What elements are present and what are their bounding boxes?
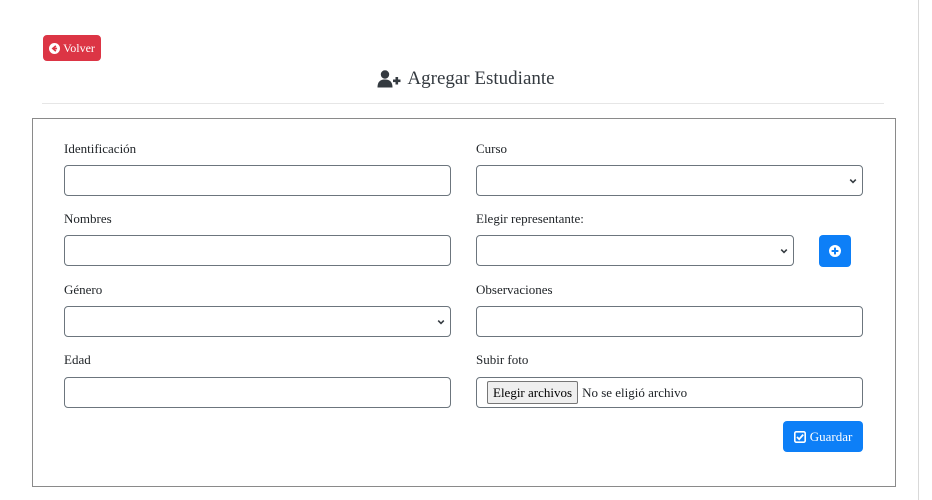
user-plus-icon — [377, 70, 401, 88]
edad-label: Edad — [64, 352, 91, 367]
save-button[interactable]: Guardar — [783, 421, 863, 452]
back-button[interactable]: Volver — [43, 35, 101, 61]
chevron-down-icon — [436, 317, 446, 327]
file-status-text: No se eligió archivo — [582, 384, 688, 400]
page-title-text: Agregar Estudiante — [407, 68, 555, 89]
foto-file-input[interactable]: Elegir archivos No se eligió archivo — [476, 377, 863, 408]
save-button-label: Guardar — [809, 428, 853, 444]
check-square-icon — [793, 430, 806, 443]
add-representative-button[interactable] — [819, 235, 851, 267]
identificacion-label: Identificación — [64, 141, 137, 156]
identificacion-input[interactable] — [64, 165, 451, 196]
genero-select[interactable] — [64, 306, 451, 337]
page-title: Agregar Estudiante — [0, 66, 932, 92]
arrow-circle-left-icon — [49, 42, 61, 54]
curso-label: Curso — [476, 141, 508, 156]
chevron-down-icon — [779, 246, 789, 256]
edad-input[interactable] — [64, 377, 451, 408]
observaciones-label: Observaciones — [476, 282, 553, 297]
observaciones-input[interactable] — [476, 306, 863, 337]
nombres-input[interactable] — [64, 235, 451, 266]
foto-label: Subir foto — [476, 352, 529, 367]
chevron-down-icon — [848, 176, 858, 186]
plus-circle-icon — [829, 245, 841, 257]
choose-files-button[interactable]: Elegir archivos — [487, 381, 579, 404]
curso-select[interactable] — [476, 165, 863, 196]
title-divider — [42, 103, 884, 104]
nombres-label: Nombres — [64, 211, 112, 226]
representante-label: Elegir representante: — [476, 211, 584, 226]
genero-label: Género — [64, 282, 103, 297]
back-button-label: Volver — [63, 40, 95, 55]
representante-select[interactable] — [476, 235, 794, 266]
